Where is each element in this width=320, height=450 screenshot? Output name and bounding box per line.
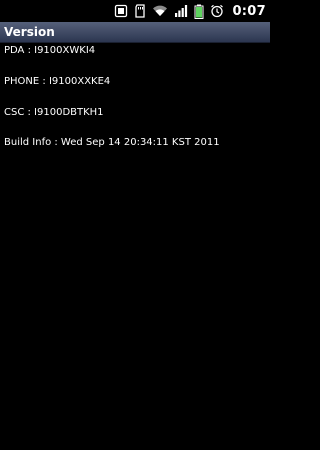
usb-debugging-icon	[114, 4, 128, 18]
build-info: Build Info : Wed Sep 14 20:34:11 KST 201…	[4, 137, 220, 148]
wifi-icon	[152, 4, 168, 18]
signal-icon	[174, 4, 188, 18]
phone-version: PHONE : I9100XXKE4	[4, 76, 111, 87]
sd-card-icon	[134, 4, 146, 18]
csc-version: CSC : I9100DBTKH1	[4, 107, 104, 118]
status-clock: 0:07	[232, 3, 266, 19]
alarm-icon	[210, 4, 224, 18]
status-icons: 0:07	[114, 0, 266, 22]
page-title: Version	[4, 25, 55, 39]
status-bar: 0:07	[0, 0, 270, 22]
battery-icon	[194, 4, 204, 19]
pda-version: PDA : I9100XWKI4	[4, 45, 96, 56]
title-bar: Version	[0, 22, 270, 43]
